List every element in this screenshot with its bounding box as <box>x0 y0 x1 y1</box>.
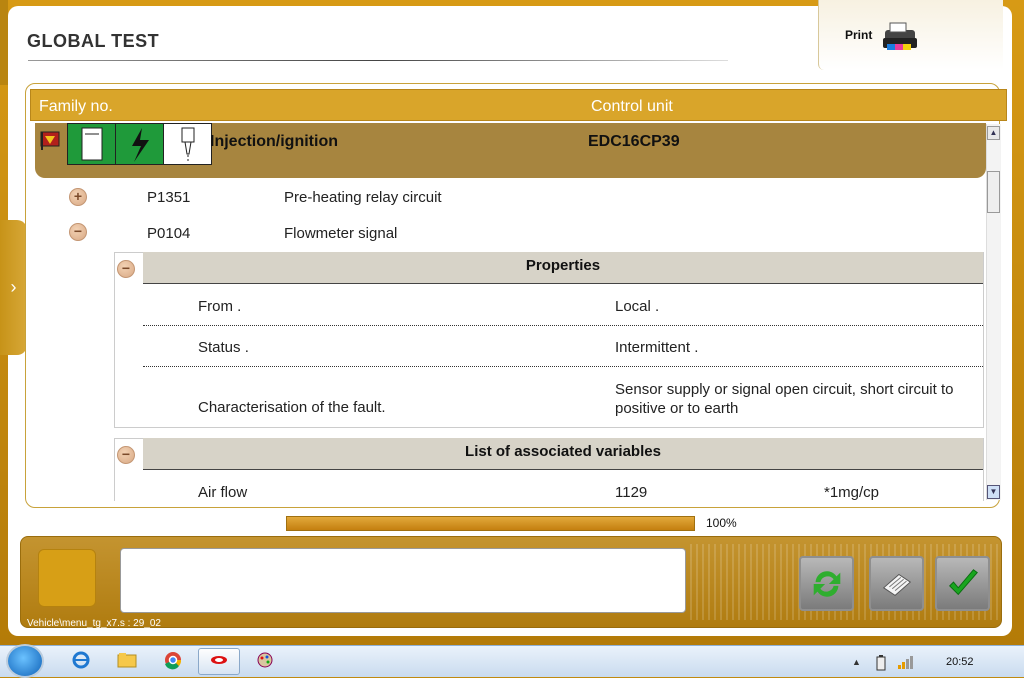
property-label: From . <box>198 298 242 315</box>
tray-chevron-icon[interactable]: ▲ <box>852 657 861 667</box>
chrome-icon[interactable] <box>162 650 184 670</box>
expand-sidebar-tab[interactable]: › <box>0 220 27 355</box>
collapse-fault-button[interactable]: − <box>69 223 87 241</box>
ignition-icon <box>116 124 164 164</box>
page-title: GLOBAL TEST <box>27 31 160 51</box>
properties-header: Properties <box>143 252 983 284</box>
property-value: Local . <box>615 298 660 315</box>
property-label: Characterisation of the fault. <box>198 399 386 416</box>
variable-name: Air flow <box>198 484 248 501</box>
chevron-right-icon: › <box>10 277 17 297</box>
vehicle-path: Vehicle\menu_tg_x7.s : 29_02 <box>27 618 161 629</box>
message-box <box>120 548 686 613</box>
internet-explorer-icon[interactable] <box>70 650 92 670</box>
table-header: Family no. Control unit <box>30 89 1007 121</box>
status-indicator <box>38 549 96 607</box>
fault-code: P1351 <box>147 189 191 206</box>
column-family: Family no. <box>39 98 113 115</box>
confirm-button[interactable] <box>935 556 990 611</box>
column-control-unit: Control unit <box>591 98 673 115</box>
fault-description: Pre-heating relay circuit <box>284 189 442 206</box>
row-divider <box>143 366 983 367</box>
report-icon <box>882 573 911 596</box>
injector-icon <box>164 124 212 164</box>
variable-value: 1129 <box>615 484 648 501</box>
family-icons <box>67 123 212 165</box>
battery-icon[interactable] <box>874 655 888 671</box>
diagnostic-app-icon <box>211 656 227 664</box>
family-name: Injection/ignition <box>210 133 338 150</box>
variable-unit: *1mg/cp <box>824 484 880 501</box>
fuel-icon <box>68 124 116 164</box>
print-label[interactable]: Print <box>845 28 872 42</box>
folder-icon[interactable] <box>116 650 138 670</box>
network-signal-icon[interactable] <box>897 655 915 669</box>
refresh-icon <box>813 570 840 597</box>
scroll-up-button[interactable]: ▲ <box>987 126 1000 140</box>
flag-icon <box>40 131 60 150</box>
variables-header: List of associated variables <box>143 438 983 470</box>
property-value: Sensor supply or signal open circuit, sh… <box>615 381 954 417</box>
start-button[interactable] <box>6 644 44 678</box>
collapse-properties-button[interactable]: − <box>117 260 135 278</box>
refresh-button[interactable] <box>799 556 854 611</box>
checkmark-icon <box>948 568 978 595</box>
expand-fault-button[interactable]: + <box>69 188 87 206</box>
title-divider <box>28 60 728 61</box>
property-label: Status . <box>198 339 249 356</box>
progress-fill <box>287 517 694 530</box>
printer-icon[interactable] <box>880 20 920 52</box>
property-value: Intermittent . <box>615 339 699 356</box>
paint-icon[interactable] <box>254 650 276 670</box>
left-edge <box>0 0 8 85</box>
taskbar-clock: 20:52 <box>946 656 974 668</box>
windows-taskbar <box>0 645 1024 677</box>
print-report-button[interactable] <box>869 556 924 611</box>
fault-code: P0104 <box>147 225 191 242</box>
row-divider <box>143 325 983 326</box>
scroll-thumb[interactable] <box>987 171 1000 213</box>
ecu-name: EDC16CP39 <box>588 133 680 150</box>
progress-label: 100% <box>706 516 737 530</box>
collapse-variables-button[interactable]: − <box>117 446 135 464</box>
scroll-down-button[interactable]: ▼ <box>987 485 1000 499</box>
fault-description: Flowmeter signal <box>284 225 398 242</box>
